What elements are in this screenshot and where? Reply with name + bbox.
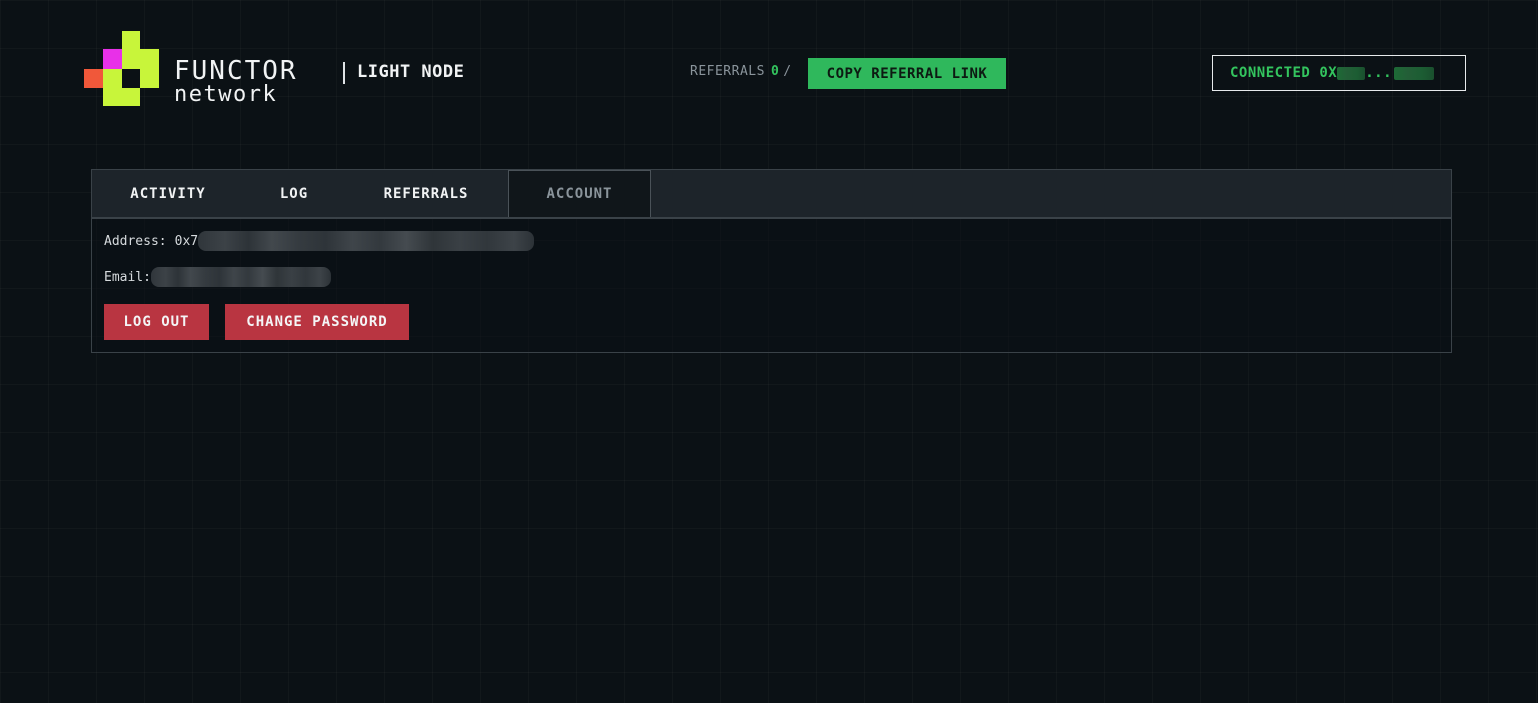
node-type-label: LIGHT NODE: [357, 62, 465, 82]
email-row: Email:: [104, 267, 1439, 287]
redacted-address-block: [1394, 66, 1435, 80]
tab-bar: ACTIVITY LOG REFERRALS ACCOUNT: [92, 170, 1451, 219]
account-actions: LOG OUT CHANGE PASSWORD: [104, 304, 1439, 340]
referrals-label: REFERRALS: [690, 64, 765, 79]
tab-account[interactable]: ACCOUNT: [508, 170, 651, 217]
address-label: Address:: [104, 233, 167, 249]
referrals-count: 0: [770, 64, 780, 79]
redacted-email-value: [150, 267, 331, 287]
wallet-connected-button[interactable]: CONNECTED 0X ...: [1212, 55, 1466, 91]
brand-divider: [343, 62, 345, 84]
tab-activity[interactable]: ACTIVITY: [92, 170, 244, 217]
brand-name: FUNCTOR: [174, 56, 298, 86]
copy-referral-link-button[interactable]: COPY REFERRAL LINK: [808, 58, 1006, 89]
change-password-button[interactable]: CHANGE PASSWORD: [225, 304, 409, 340]
account-panel: ACTIVITY LOG REFERRALS ACCOUNT Address: …: [91, 169, 1452, 353]
referrals-separator: /: [783, 64, 792, 79]
tab-log[interactable]: LOG: [244, 170, 344, 217]
redacted-address-block: [1337, 66, 1366, 80]
functor-logo-icon: [84, 31, 159, 106]
brand-subtitle: network: [174, 82, 278, 107]
connected-address-prefix: 0X: [1319, 65, 1338, 81]
address-prefix: 0x7: [174, 233, 199, 249]
connected-label: CONNECTED: [1230, 65, 1311, 81]
redacted-address-value: [198, 231, 535, 251]
log-out-button[interactable]: LOG OUT: [104, 304, 209, 340]
connected-address-ellipsis: ...: [1365, 65, 1393, 81]
address-row: Address: 0x7: [104, 231, 1439, 251]
account-details: Address: 0x7 Email: LOG OUT CHANGE PASSW…: [92, 219, 1451, 340]
referrals-counter: REFERRALS 0/: [690, 64, 792, 79]
email-label: Email:: [104, 269, 151, 285]
brand-wordmark: FUNCTOR network: [174, 58, 298, 106]
tab-referrals[interactable]: REFERRALS: [344, 170, 508, 217]
